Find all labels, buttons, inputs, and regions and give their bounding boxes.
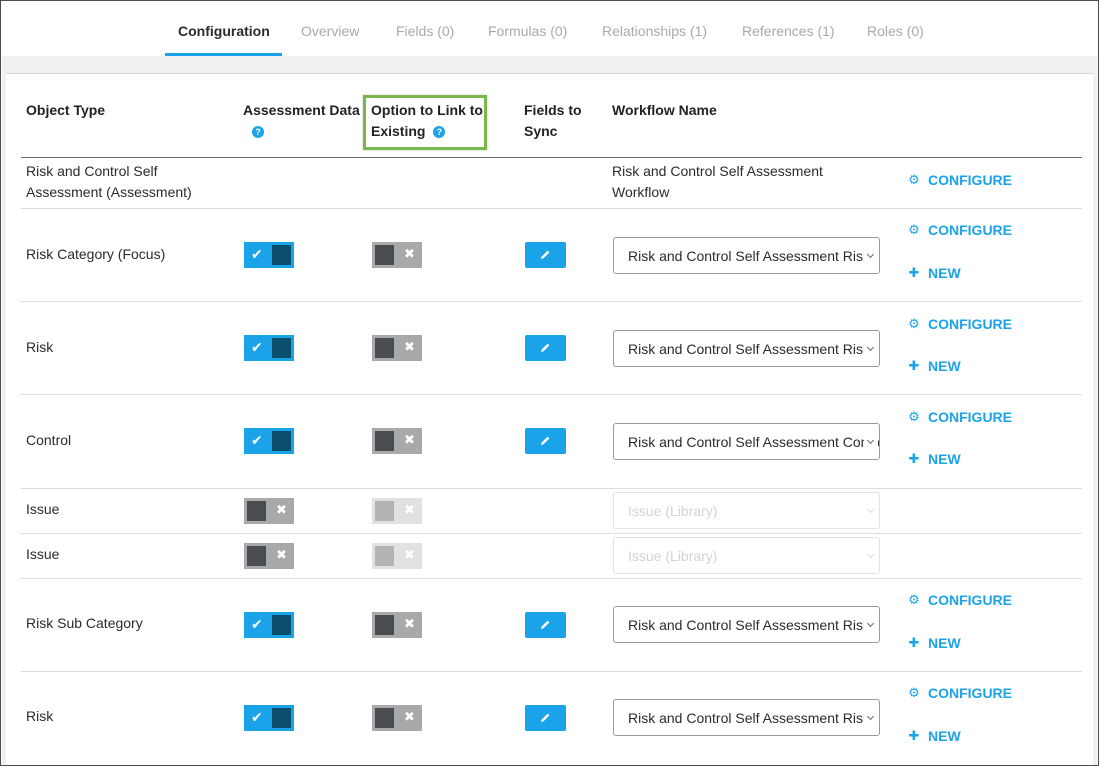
new-button[interactable]: ✚ NEW (908, 358, 961, 374)
chevron-down-icon (864, 238, 878, 273)
pencil-icon (541, 436, 550, 445)
workflow-select: Issue (Library) (613, 492, 880, 529)
link-existing-toggle[interactable] (372, 612, 422, 638)
gear-icon: ⚙ (908, 592, 920, 607)
workflow-select[interactable]: Risk and Control Self Assessment Risk (613, 699, 880, 736)
object-type: Risk (26, 708, 54, 724)
configure-button[interactable]: ⚙ CONFIGURE (908, 592, 1012, 608)
gear-icon: ⚙ (908, 172, 920, 187)
header-workflow-name: Workflow Name (612, 102, 717, 118)
configure-button[interactable]: ⚙ CONFIGURE (908, 172, 1012, 188)
row-divider (21, 671, 1082, 672)
configure-button[interactable]: ⚙ CONFIGURE (908, 685, 1012, 701)
plus-icon: ✚ (908, 451, 920, 466)
fields-sync-edit-button[interactable] (525, 428, 566, 454)
chevron-down-icon (864, 331, 878, 366)
tab-bar: Configuration Overview Fields (0) Formul… (2, 2, 1097, 56)
pencil-icon (541, 250, 550, 259)
assessment-data-toggle[interactable] (244, 335, 294, 361)
tab-references[interactable]: References (1) (742, 23, 835, 39)
object-type-line1: Risk and Control Self (26, 163, 158, 179)
fields-sync-edit-button[interactable] (525, 242, 566, 268)
link-existing-toggle[interactable] (372, 335, 422, 361)
row-divider (21, 208, 1082, 209)
tab-fields[interactable]: Fields (0) (396, 23, 454, 39)
row-divider (21, 533, 1082, 534)
link-existing-toggle (372, 498, 422, 524)
chevron-down-icon (864, 538, 878, 573)
configure-button[interactable]: ⚙ CONFIGURE (908, 409, 1012, 425)
fields-sync-edit-button[interactable] (525, 612, 566, 638)
object-type: Control (26, 432, 72, 448)
object-type: Issue (26, 501, 60, 517)
row-divider (21, 488, 1082, 489)
configure-button[interactable]: ⚙ CONFIGURE (908, 316, 1012, 332)
tab-overview[interactable]: Overview (301, 23, 359, 39)
fields-sync-edit-button[interactable] (525, 335, 566, 361)
new-button[interactable]: ✚ NEW (908, 635, 961, 651)
gear-icon: ⚙ (908, 222, 920, 237)
chevron-down-icon (864, 607, 878, 642)
chevron-down-icon (864, 493, 878, 528)
assessment-data-toggle[interactable] (244, 543, 294, 569)
workflow-select[interactable]: Risk and Control Self Assessment Control (613, 423, 880, 460)
tab-formulas[interactable]: Formulas (0) (488, 23, 567, 39)
workflow-select[interactable]: Risk and Control Self Assessment Risk (613, 330, 880, 367)
plus-icon: ✚ (908, 358, 920, 373)
header-assessment-data: Assessment Data (243, 102, 360, 118)
object-type: Risk (26, 339, 54, 355)
workflow-name-line1: Risk and Control Self Assessment (612, 163, 823, 179)
object-type: Risk Sub Category (26, 615, 143, 631)
assessment-data-toggle[interactable] (244, 705, 294, 731)
object-type: Risk Category (Focus) (26, 246, 166, 262)
link-existing-toggle (372, 543, 422, 569)
assessment-data-toggle[interactable] (244, 612, 294, 638)
workflow-select[interactable]: Risk and Control Self Assessment Risk (613, 237, 880, 274)
object-type: Issue (26, 546, 60, 562)
workflow-name-line2: Workflow (612, 184, 670, 200)
object-type-line2: Assessment (Assessment) (26, 184, 192, 200)
new-button[interactable]: ✚ NEW (908, 451, 961, 467)
window-frame: Configuration Overview Fields (0) Formul… (0, 0, 1099, 766)
highlight-box (363, 95, 487, 150)
header-fields-to-sync-line2: Sync (524, 123, 558, 139)
chevron-down-icon (864, 424, 878, 459)
header-divider (21, 157, 1082, 158)
pencil-icon (541, 343, 550, 352)
gear-icon: ⚙ (908, 409, 920, 424)
workflow-select[interactable]: Risk and Control Self Assessment Risk (613, 606, 880, 643)
pencil-icon (541, 713, 550, 722)
plus-icon: ✚ (908, 265, 920, 280)
assessment-data-toggle[interactable] (244, 242, 294, 268)
configure-button[interactable]: ⚙ CONFIGURE (908, 222, 1012, 238)
tab-roles[interactable]: Roles (0) (867, 23, 924, 39)
link-existing-toggle[interactable] (372, 428, 422, 454)
pencil-icon (541, 620, 550, 629)
plus-icon: ✚ (908, 728, 920, 743)
tab-configuration[interactable]: Configuration (178, 23, 270, 39)
assessment-data-toggle[interactable] (244, 498, 294, 524)
tab-relationships[interactable]: Relationships (1) (602, 23, 707, 39)
gear-icon: ⚙ (908, 685, 920, 700)
link-existing-toggle[interactable] (372, 705, 422, 731)
gear-icon: ⚙ (908, 316, 920, 331)
plus-icon: ✚ (908, 635, 920, 650)
new-button[interactable]: ✚ NEW (908, 265, 961, 281)
chevron-down-icon (864, 700, 878, 735)
row-divider (21, 394, 1082, 395)
assessment-data-toggle[interactable] (244, 428, 294, 454)
fields-sync-edit-button[interactable] (525, 705, 566, 731)
new-button[interactable]: ✚ NEW (908, 728, 961, 744)
row-divider (21, 578, 1082, 579)
row-divider (21, 301, 1082, 302)
workflow-select: Issue (Library) (613, 537, 880, 574)
header-fields-to-sync: Fields to (524, 102, 582, 118)
help-icon[interactable]: ? (252, 121, 264, 142)
link-existing-toggle[interactable] (372, 242, 422, 268)
header-object-type: Object Type (26, 102, 106, 118)
